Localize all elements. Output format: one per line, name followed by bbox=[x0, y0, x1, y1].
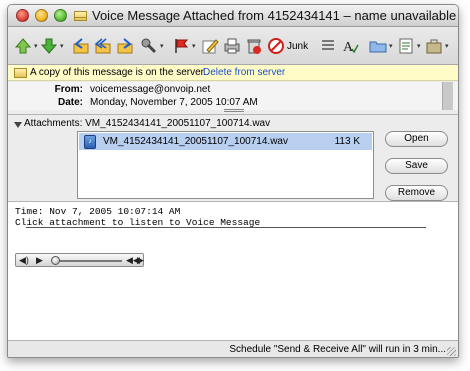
zoom-window-button[interactable] bbox=[54, 9, 67, 22]
title-bar[interactable]: Voice Message Attached from 4152434141 –… bbox=[8, 5, 458, 27]
minimize-window-button[interactable] bbox=[35, 9, 48, 22]
wrench-icon bbox=[141, 38, 157, 54]
envelope-icon bbox=[74, 11, 87, 21]
server-notice-text: A copy of this message is on the server. bbox=[30, 67, 207, 78]
flag-button[interactable]: ▾ bbox=[172, 36, 196, 56]
header-scrollbar[interactable] bbox=[442, 82, 453, 110]
from-row: From: voicemessage@onvoip.net bbox=[8, 84, 458, 97]
chevron-down-icon: ▾ bbox=[34, 43, 38, 50]
briefcase-icon bbox=[426, 39, 442, 54]
toolbar: ▾ ▾ ▾ ▾ Junk A ▾ ▾ ▾ bbox=[8, 28, 458, 65]
list-icon bbox=[322, 40, 334, 50]
categories-button[interactable] bbox=[319, 36, 337, 56]
move-to-folder-button[interactable]: ▾ bbox=[369, 36, 393, 56]
from-value[interactable]: voicemessage@onvoip.net bbox=[90, 84, 210, 95]
open-button[interactable]: Open bbox=[385, 131, 448, 147]
chevron-down-icon: ▾ bbox=[160, 43, 164, 50]
fast-forward-icon[interactable]: ▶ bbox=[137, 255, 144, 266]
resize-grip-icon[interactable] bbox=[447, 347, 456, 356]
redirect-button[interactable]: ▾ bbox=[140, 36, 164, 56]
volume-icon[interactable]: ◀) bbox=[19, 255, 29, 266]
chevron-down-icon: ▾ bbox=[445, 43, 449, 50]
attachment-size: 113 K bbox=[334, 136, 360, 147]
reply-button[interactable] bbox=[72, 36, 90, 56]
from-label: From: bbox=[54, 84, 83, 95]
status-bar: Schedule "Send & Receive All" will run i… bbox=[8, 340, 458, 357]
reply-all-button[interactable] bbox=[94, 36, 112, 56]
body-time-line: Time: Nov 7, 2005 10:07:14 AM bbox=[15, 206, 181, 217]
folder-icon bbox=[369, 41, 387, 53]
status-text: Schedule "Send & Receive All" will run i… bbox=[229, 344, 446, 355]
close-window-button[interactable] bbox=[16, 9, 29, 22]
chevron-down-icon: ▾ bbox=[389, 43, 393, 50]
chevron-down-icon: ▾ bbox=[192, 43, 196, 50]
document-icon bbox=[399, 38, 413, 54]
project-button[interactable]: ▾ bbox=[425, 36, 449, 56]
audio-file-icon: ♪ bbox=[84, 134, 96, 149]
disclosure-triangle-icon[interactable] bbox=[14, 122, 22, 128]
date-value: Monday, November 7, 2005 10:07 AM bbox=[90, 97, 258, 108]
play-icon[interactable]: ▶ bbox=[36, 255, 43, 266]
junk-icon bbox=[268, 38, 284, 54]
message-body: Time: Nov 7, 2005 10:07:14 AM Click atta… bbox=[8, 202, 458, 340]
date-label: Date: bbox=[57, 97, 83, 108]
attachment-list[interactable]: ♪ VM_4152434141_20051107_100714.wav 113 … bbox=[77, 131, 374, 199]
previous-message-button[interactable]: ▾ bbox=[14, 36, 38, 56]
junk-label: Junk bbox=[287, 40, 309, 52]
message-headers: From: voicemessage@onvoip.net Date: Mond… bbox=[8, 82, 458, 110]
delete-button[interactable] bbox=[245, 36, 263, 56]
forward-button[interactable] bbox=[116, 36, 134, 56]
printer-icon bbox=[224, 38, 240, 54]
playback-knob[interactable] bbox=[51, 256, 60, 265]
playback-track[interactable] bbox=[52, 260, 122, 262]
envelope-icon bbox=[14, 68, 27, 78]
forward-icon bbox=[117, 38, 133, 54]
chevron-down-icon: ▾ bbox=[60, 43, 64, 50]
trash-icon bbox=[247, 39, 261, 54]
audio-player: ◀) ▶ ◀◀ ▶ bbox=[15, 253, 144, 267]
window-title: Voice Message Attached from 4152434141 –… bbox=[92, 8, 457, 23]
reply-all-icon bbox=[94, 38, 111, 54]
svg-text:A: A bbox=[343, 40, 354, 55]
next-message-button[interactable]: ▾ bbox=[40, 36, 64, 56]
chevron-down-icon: ▾ bbox=[417, 43, 421, 50]
edit-icon bbox=[202, 39, 219, 54]
print-button[interactable] bbox=[223, 36, 241, 56]
divider bbox=[26, 227, 426, 228]
edit-message-button[interactable] bbox=[201, 36, 219, 56]
attachments-pane: Attachments: VM_4152434141_20051107_1007… bbox=[8, 114, 458, 202]
up-arrow-icon bbox=[14, 38, 32, 54]
spelling-icon: A bbox=[343, 40, 359, 55]
attachments-label: Attachments: VM_4152434141_20051107_1007… bbox=[24, 118, 271, 129]
reply-icon bbox=[73, 38, 89, 54]
attachments-summary: VM_4152434141_20051107_100714.wav bbox=[85, 118, 271, 129]
attachment-item[interactable]: ♪ VM_4152434141_20051107_100714.wav 113 … bbox=[79, 133, 372, 150]
view-button[interactable]: ▾ bbox=[397, 36, 421, 56]
save-button[interactable]: Save bbox=[385, 158, 448, 174]
remove-button[interactable]: Remove bbox=[385, 185, 448, 201]
junk-button[interactable]: Junk bbox=[267, 36, 308, 56]
down-arrow-icon bbox=[40, 38, 58, 54]
spelling-button[interactable]: A bbox=[341, 36, 359, 56]
delete-from-server-link[interactable]: Delete from server bbox=[203, 67, 285, 78]
message-window: Voice Message Attached from 4152434141 –… bbox=[7, 4, 459, 358]
server-notice-bar: A copy of this message is on the server.… bbox=[8, 65, 458, 81]
attachment-name: VM_4152434141_20051107_100714.wav bbox=[103, 136, 288, 147]
flag-icon bbox=[175, 39, 189, 53]
